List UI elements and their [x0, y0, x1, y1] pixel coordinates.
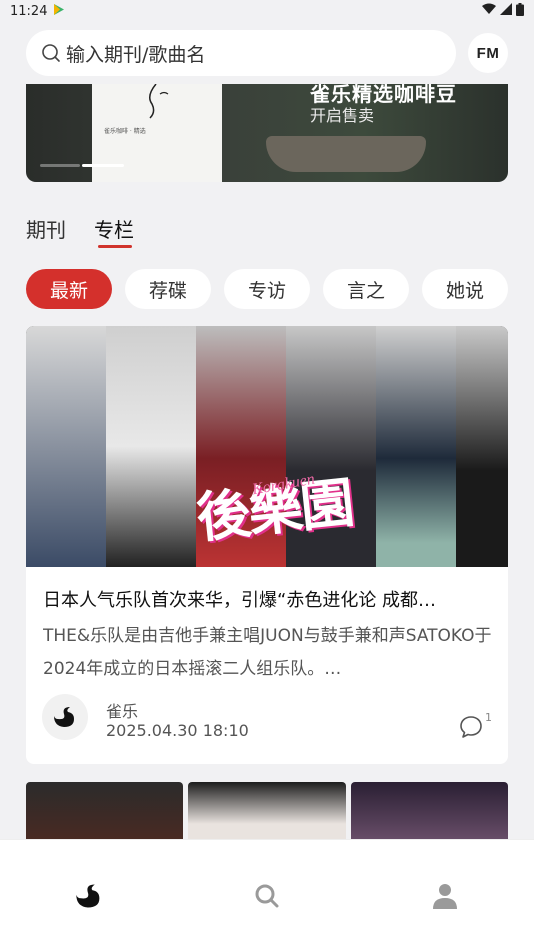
- category-interviews[interactable]: 专访: [224, 269, 310, 309]
- promo-banner[interactable]: 雀乐咖啡 · 精选 雀乐精选咖啡豆 开启售卖: [26, 84, 508, 182]
- category-she-says[interactable]: 她说: [422, 269, 508, 309]
- nav-profile[interactable]: [415, 878, 475, 914]
- main-tabs: 期刊 专栏: [26, 214, 134, 248]
- article-datetime: 2025.04.30 18:10: [106, 721, 249, 740]
- thumbnail-image: [26, 782, 184, 842]
- article-cover-image: 後樂園 Korakuen: [26, 326, 508, 567]
- article-title: 日本人气乐队首次来华，引爆“赤色进化论 成都…: [43, 590, 437, 611]
- search-input[interactable]: 输入期刊/歌曲名: [26, 30, 456, 76]
- category-opinions[interactable]: 言之: [323, 269, 409, 309]
- search-placeholder: 输入期刊/歌曲名: [66, 43, 206, 66]
- author-avatar[interactable]: [42, 694, 88, 740]
- carousel-indicator: [40, 164, 80, 167]
- tab-journal[interactable]: 期刊: [26, 214, 66, 243]
- carousel-indicator-active: [82, 164, 124, 167]
- nav-search[interactable]: [237, 878, 297, 914]
- article-card[interactable]: 後樂園 Korakuen 日本人气乐队首次来华，引爆“赤色进化论 成都… THE…: [26, 326, 508, 764]
- next-article-thumbnails[interactable]: [26, 782, 508, 842]
- swan-logo-icon: [54, 707, 74, 727]
- bottom-nav: [0, 840, 534, 949]
- cover-logo: 後樂園: [193, 469, 356, 550]
- banner-subtitle: 开启售卖: [310, 106, 375, 125]
- author-name: 雀乐: [106, 702, 139, 721]
- swan-logo-icon: [76, 884, 100, 908]
- nav-home[interactable]: [59, 878, 119, 914]
- search-icon: [40, 42, 62, 64]
- status-time: 11:24: [10, 3, 48, 19]
- search-row: 输入期刊/歌曲名 FM: [26, 30, 508, 76]
- bowl-image: [266, 136, 426, 172]
- article-description: THE&乐队是由吉他手兼主唱JUON与鼓手兼和声SATOKO于2024年成立的日…: [43, 626, 492, 679]
- comment-count: 1: [485, 711, 492, 724]
- profile-icon: [433, 884, 457, 909]
- thumbnail-image: [188, 782, 346, 842]
- search-icon: [255, 884, 279, 908]
- fm-button[interactable]: FM: [468, 33, 508, 73]
- fm-label: FM: [476, 44, 500, 62]
- bag-label: 雀乐咖啡 · 精选: [104, 128, 146, 135]
- coffee-bag-image: 雀乐咖啡 · 精选: [92, 84, 222, 182]
- play-store-icon: [53, 3, 65, 20]
- signal-icon: [500, 3, 512, 19]
- comment-icon[interactable]: [458, 714, 484, 740]
- category-latest[interactable]: 最新: [26, 269, 112, 309]
- wifi-icon: [482, 3, 496, 19]
- status-bar: 11:24: [0, 0, 534, 22]
- thumbnail-image: [350, 782, 508, 842]
- battery-icon: [516, 2, 524, 20]
- category-recommended-albums[interactable]: 荐碟: [125, 269, 211, 309]
- tab-column[interactable]: 专栏: [94, 214, 134, 248]
- category-filters: 最新 荐碟 专访 言之 她说: [26, 269, 508, 309]
